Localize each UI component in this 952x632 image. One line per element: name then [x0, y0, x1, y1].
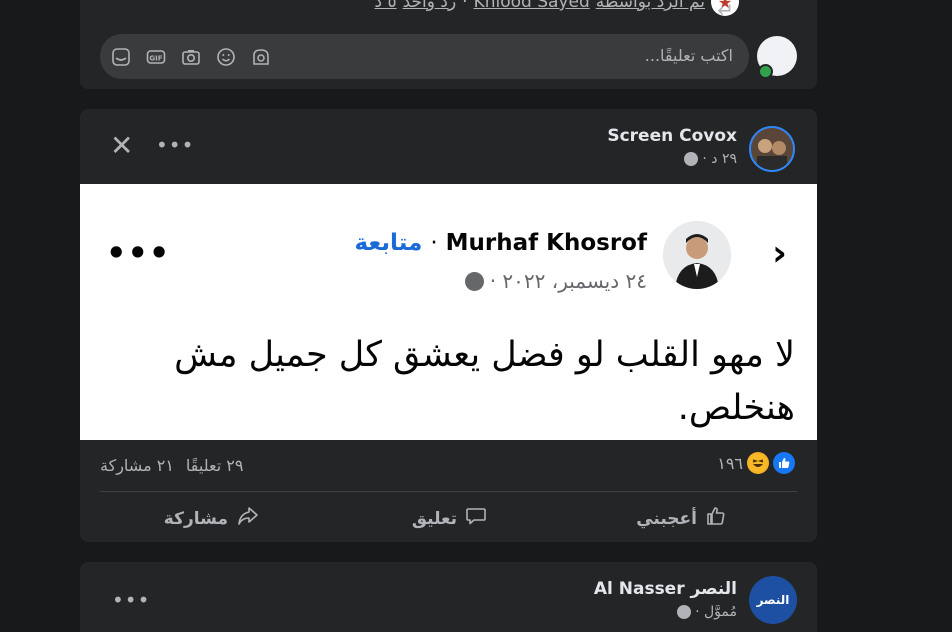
follow-label: متابعة — [354, 230, 423, 256]
haha-reaction-icon — [747, 452, 769, 474]
more-options-icon[interactable]: ••• — [156, 135, 194, 155]
avatar-logo-text: النصر — [756, 593, 790, 607]
more-options-icon[interactable]: ••• — [112, 590, 150, 610]
comment-icon — [465, 505, 487, 532]
separator: · — [430, 230, 438, 256]
shared-date: ٢٤ ديسمبر، ٢٠٢٢ · — [489, 269, 647, 293]
comment-placeholder: اكتب تعليقًا... — [644, 46, 733, 65]
globe-icon — [464, 271, 484, 291]
share-icon — [236, 505, 260, 532]
sponsored-label-row: مُموَّل · — [677, 604, 737, 620]
shared-date-row: ٢٤ ديسمبر، ٢٠٢٢ · — [464, 269, 647, 293]
shared-post-image[interactable]: › Murhaf Khosrof · متابعة ٢٤ ديسمبر، ٢٠٢… — [80, 184, 817, 440]
post-time[interactable]: ٢٩ د · — [684, 151, 737, 167]
gif-icon[interactable]: GIF — [145, 46, 166, 67]
sponsored-label[interactable]: مُموَّل · — [695, 604, 737, 620]
shares-count[interactable]: ٢١ مشاركة — [100, 456, 174, 475]
share-label: مشاركة — [163, 508, 228, 529]
online-status-dot — [758, 64, 773, 79]
shared-post-text: لا مهو القلب لو فضل يعشق كل جميل مش هنخل… — [174, 335, 795, 428]
share-button[interactable]: مشاركة — [164, 505, 260, 532]
like-reaction-icon — [773, 452, 795, 474]
comment-input[interactable]: اكتب تعليقًا... GIF — [100, 34, 749, 79]
separator: · — [462, 0, 468, 12]
sticker-icon[interactable] — [110, 46, 131, 67]
reply-arrow-icon: ↵ — [717, 0, 734, 22]
like-label: أعجبني — [636, 508, 697, 529]
feed-post: Screen Covox ٢٩ د · ••• ✕ › Murhaf Khosr… — [80, 109, 817, 542]
emoji-icon[interactable] — [215, 46, 236, 67]
engagement-counts: ٢٩ تعليقًا ٢١ مشاركة — [100, 456, 243, 475]
shared-author-row: Murhaf Khosrof · متابعة — [354, 230, 647, 256]
camera-icon[interactable] — [180, 46, 201, 67]
reactions-summary[interactable]: ١٩٦ — [717, 452, 795, 474]
comment-label: تعليق — [411, 508, 457, 529]
reactions-count: ١٩٦ — [717, 453, 743, 473]
reply-time[interactable]: ٥ د — [374, 0, 396, 12]
divider — [100, 491, 797, 492]
shared-more-icon: ••• — [106, 234, 171, 272]
chevron-right-icon: › — [772, 233, 787, 274]
reply-author[interactable]: Khlood Sayed — [474, 0, 590, 12]
comment-button[interactable]: تعليق — [412, 505, 487, 532]
like-button[interactable]: أعجبني — [636, 505, 727, 532]
avatar-sticker-icon[interactable] — [250, 46, 271, 67]
thumbs-up-icon — [705, 505, 727, 532]
post-time-text: ٢٩ د · — [702, 151, 737, 167]
globe-icon — [677, 605, 692, 619]
svg-text:GIF: GIF — [149, 54, 162, 62]
page-name[interactable]: Screen Covox — [607, 126, 737, 146]
replies-summary[interactable]: ★ تم الرد بواسطة Khlood Sayed · رد واحد … — [374, 0, 739, 16]
page-name[interactable]: Al Nasser النصر — [594, 579, 737, 599]
globe-icon — [684, 152, 699, 166]
reply-label[interactable]: تم الرد بواسطة — [596, 0, 705, 12]
shared-author-name: Murhaf Khosrof — [445, 230, 647, 256]
reply-count[interactable]: رد واحد — [403, 0, 457, 12]
comment-section: ★ تم الرد بواسطة Khlood Sayed · رد واحد … — [80, 0, 817, 89]
page-avatar[interactable]: النصر — [749, 576, 797, 624]
close-icon[interactable]: ✕ — [110, 132, 133, 160]
shared-author-avatar — [663, 221, 731, 289]
comments-count[interactable]: ٢٩ تعليقًا — [186, 456, 244, 475]
page-avatar[interactable] — [749, 126, 795, 172]
